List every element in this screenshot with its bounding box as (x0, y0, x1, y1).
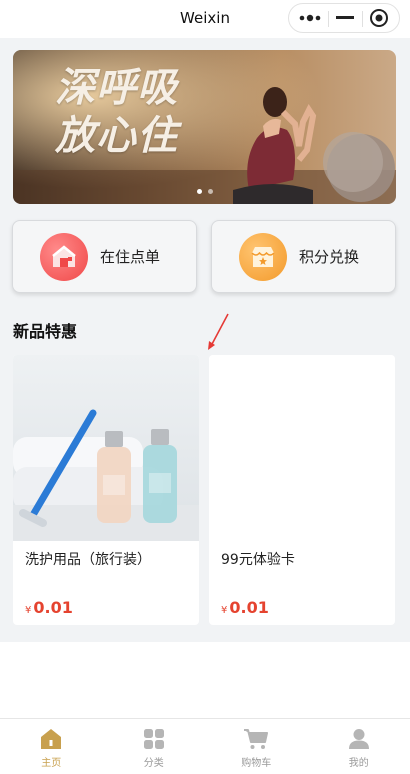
points-exchange-button[interactable]: 积分兑换 (211, 220, 396, 293)
mini-program-capsule (288, 3, 400, 33)
price-value: 0.01 (229, 598, 269, 617)
tab-label: 分类 (143, 758, 164, 769)
tab-label: 我的 (348, 758, 369, 769)
tab-category[interactable]: 分类 (103, 719, 206, 774)
capsule-divider (328, 11, 329, 27)
currency-symbol: ¥ (221, 605, 228, 616)
section-title: 新品特惠 (13, 322, 78, 341)
user-icon (348, 729, 369, 749)
shop-icon (239, 232, 287, 281)
category-grid-icon (143, 729, 164, 749)
minimize-icon[interactable] (331, 4, 359, 32)
tab-mine[interactable]: 我的 (308, 719, 410, 774)
price-value: 0.01 (33, 598, 73, 617)
currency-symbol: ¥ (25, 605, 32, 616)
product-card[interactable]: 99元体验卡 ¥0.01 (209, 355, 395, 625)
capsule-divider (362, 11, 363, 27)
home-page: 深呼吸 放心住 在住点单 积分兑换 新品特惠 洗护用品（旅行装） ¥ 0.01 … (0, 38, 410, 642)
banner-slogan-line2: 放心住 (55, 113, 178, 159)
cart-icon (244, 729, 269, 749)
product-name: 99元体验卡 (221, 552, 295, 568)
bottom-tab-bar: 主页 分类 购物车 我的 (0, 718, 410, 774)
carousel-dot[interactable] (208, 189, 213, 194)
product-card[interactable]: 洗护用品（旅行装） ¥0.01 (13, 355, 199, 625)
annotation-arrow-icon (208, 313, 229, 350)
points-exchange-label: 积分兑换 (299, 248, 360, 266)
tab-label: 购物车 (241, 758, 272, 769)
in-stay-order-label: 在住点单 (100, 248, 161, 266)
carousel-dot-active[interactable] (197, 189, 202, 194)
product-name: 洗护用品（旅行装） (25, 552, 151, 568)
tab-cart[interactable]: 购物车 (205, 719, 308, 774)
banner-carousel[interactable]: 深呼吸 放心住 (13, 50, 396, 204)
product-image-placeholder (209, 355, 395, 541)
top-navigation-bar: Weixin (0, 0, 410, 38)
close-target-icon[interactable] (365, 4, 393, 32)
more-dots-icon[interactable] (295, 4, 325, 32)
carousel-indicator (197, 189, 213, 194)
home-icon (41, 729, 62, 749)
tab-home[interactable]: 主页 (0, 719, 103, 774)
in-stay-order-button[interactable]: 在住点单 (12, 220, 197, 293)
tab-label: 主页 (41, 758, 62, 769)
product-price: ¥0.01 (221, 598, 269, 617)
house-icon (40, 232, 88, 281)
product-image (13, 355, 199, 541)
banner-slogan-line1: 深呼吸 (55, 65, 178, 111)
product-price: ¥0.01 (25, 598, 73, 617)
banner-slogan: 深呼吸 放心住 (55, 64, 178, 160)
